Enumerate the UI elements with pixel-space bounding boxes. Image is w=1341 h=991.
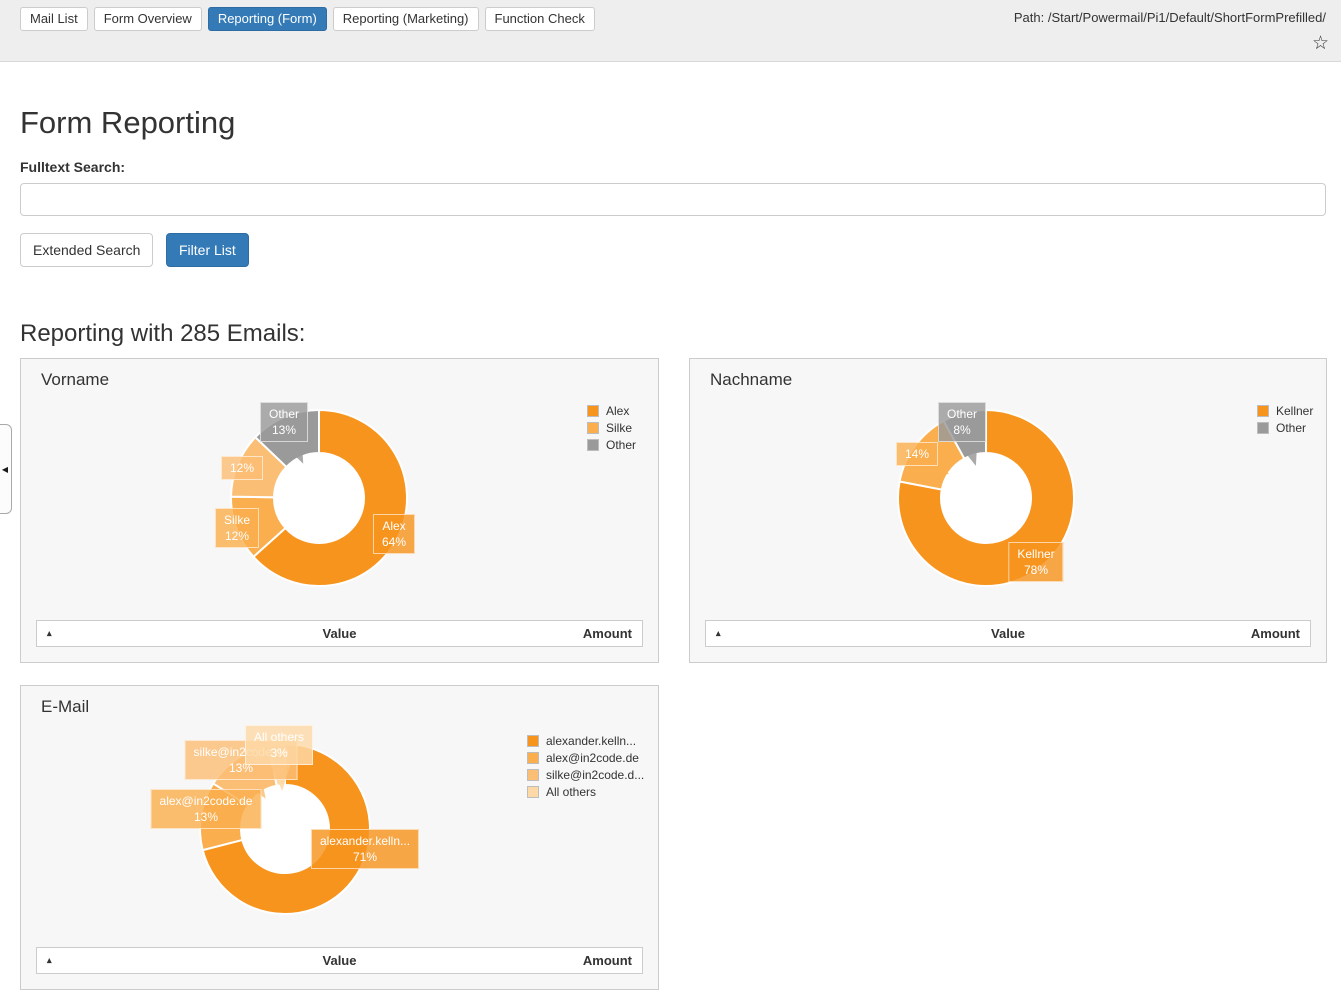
legend-item-other[interactable]: Other <box>587 438 636 452</box>
legend-swatch <box>1257 422 1269 434</box>
legend-item-kellner[interactable]: Kellner <box>1257 404 1313 418</box>
breadcrumb-path: Path: /Start/Powermail/Pi1/Default/Short… <box>1014 10 1326 25</box>
legend-label: All others <box>546 785 596 799</box>
slice-label-silke: Silke12% <box>215 508 259 548</box>
legend-label: Alex <box>606 404 629 418</box>
chart-legend: Kellner Other <box>1257 404 1313 438</box>
column-header-value[interactable]: Value <box>786 626 1230 641</box>
section-title: Reporting with 285 Emails: <box>20 320 305 348</box>
side-panel-collapse-handle[interactable]: ◀ <box>0 424 12 514</box>
legend-label: Other <box>1276 421 1306 435</box>
favorite-star-icon[interactable]: ☆ <box>1312 33 1329 55</box>
slice-label-all-others: All others3% <box>245 725 313 765</box>
chevron-left-icon: ◀ <box>2 465 8 474</box>
column-header-value[interactable]: Value <box>117 953 562 968</box>
top-bar: Mail ListForm OverviewReporting (Form)Re… <box>0 0 1341 62</box>
legend-item-silke-in2code-d[interactable]: silke@in2code.d... <box>527 768 644 782</box>
tab-mail-list[interactable]: Mail List <box>20 7 88 31</box>
slice-label-unnamed: 12% <box>221 456 263 480</box>
result-table-header: ▴ValueAmount <box>36 620 643 647</box>
result-table-header: ▴ValueAmount <box>36 947 643 974</box>
chart-legend: alexander.kelln... alex@in2code.de silke@i… <box>527 734 644 802</box>
legend-swatch <box>527 786 539 798</box>
tab-function-check[interactable]: Function Check <box>485 7 595 31</box>
slice-label-alex-in2code-de: alex@in2code.de13% <box>151 789 262 829</box>
donut-chart-vorname <box>21 359 660 664</box>
legend-item-other[interactable]: Other <box>1257 421 1313 435</box>
legend-label: alexander.kelln... <box>546 734 636 748</box>
legend-item-silke[interactable]: Silke <box>587 421 636 435</box>
slice-label-other: Other13% <box>260 402 308 442</box>
tab-form-overview[interactable]: Form Overview <box>94 7 202 31</box>
legend-swatch <box>587 405 599 417</box>
slice-label-unnamed: 14% <box>896 442 938 466</box>
slice-label-alex: Alex64% <box>373 514 415 554</box>
legend-label: Kellner <box>1276 404 1313 418</box>
column-header-amount[interactable]: Amount <box>1230 626 1310 641</box>
legend-swatch <box>587 422 599 434</box>
legend-swatch <box>1257 405 1269 417</box>
legend-swatch <box>587 439 599 451</box>
slice-label-other: Other8% <box>938 402 986 442</box>
sort-ascending-icon[interactable]: ▴ <box>37 628 117 639</box>
result-table-header: ▴ValueAmount <box>705 620 1311 647</box>
page-title: Form Reporting <box>20 105 235 141</box>
donut-chart-nachname <box>690 359 1328 664</box>
legend-swatch <box>527 752 539 764</box>
legend-swatch <box>527 735 539 747</box>
chart-legend: Alex Silke Other <box>587 404 636 455</box>
legend-item-alex-in2code-de[interactable]: alex@in2code.de <box>527 751 644 765</box>
legend-label: Silke <box>606 421 632 435</box>
fulltext-search-input[interactable] <box>20 183 1326 216</box>
legend-item-alex[interactable]: Alex <box>587 404 636 418</box>
legend-item-all-others[interactable]: All others <box>527 785 644 799</box>
legend-label: Other <box>606 438 636 452</box>
sort-ascending-icon[interactable]: ▴ <box>37 955 117 966</box>
legend-label: silke@in2code.d... <box>546 768 644 782</box>
column-header-amount[interactable]: Amount <box>562 626 642 641</box>
tab-reporting-marketing[interactable]: Reporting (Marketing) <box>333 7 479 31</box>
chart-panel-e-mail: E-Mailalexander.kelln...71%alex@in2code.… <box>20 685 659 990</box>
tab-reporting-form[interactable]: Reporting (Form) <box>208 7 327 31</box>
fulltext-search-label: Fulltext Search: <box>20 159 125 175</box>
chart-panel-nachname: NachnameKellner78%14%Other8%KellnerOther… <box>689 358 1327 663</box>
column-header-amount[interactable]: Amount <box>562 953 642 968</box>
tab-bar: Mail ListForm OverviewReporting (Form)Re… <box>20 7 595 31</box>
slice-label-kellner: Kellner78% <box>1008 542 1063 582</box>
extended-search-button[interactable]: Extended Search <box>20 233 153 267</box>
legend-swatch <box>527 769 539 781</box>
slice-label-alexander-kelln: alexander.kelln...71% <box>311 829 419 869</box>
column-header-value[interactable]: Value <box>117 626 562 641</box>
filter-list-button[interactable]: Filter List <box>166 233 249 267</box>
legend-item-alexander-kelln[interactable]: alexander.kelln... <box>527 734 644 748</box>
chart-panel-vorname: VornameAlex64%Silke12%12%Other13%AlexSil… <box>20 358 659 663</box>
sort-ascending-icon[interactable]: ▴ <box>706 628 786 639</box>
legend-label: alex@in2code.de <box>546 751 639 765</box>
